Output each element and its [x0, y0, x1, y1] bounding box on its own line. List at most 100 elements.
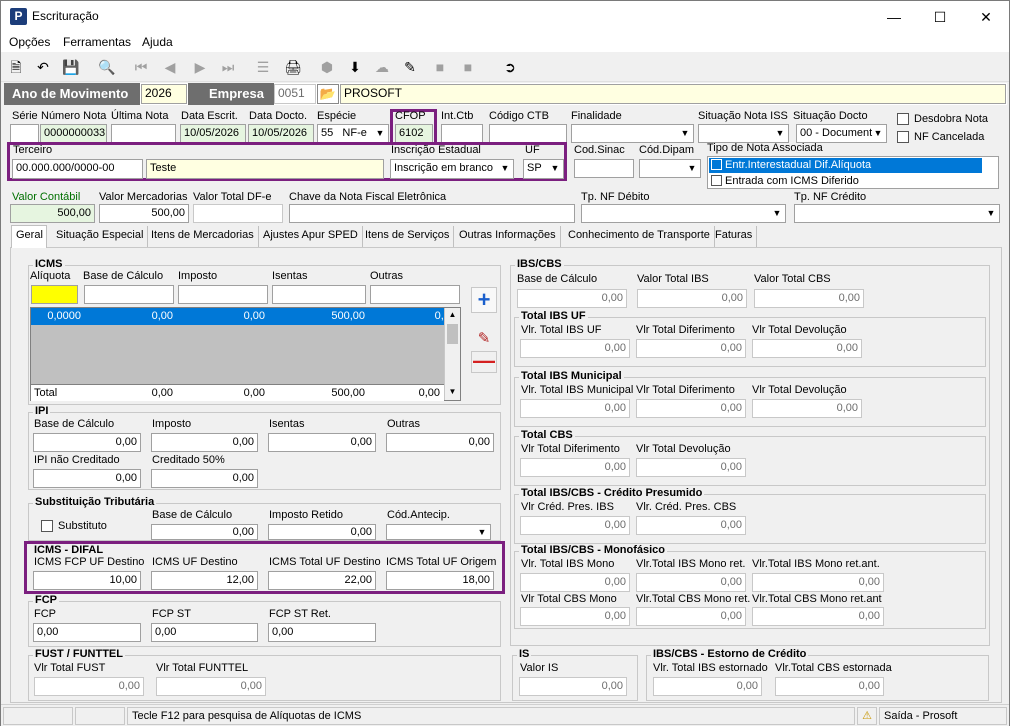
codigo-ctb-field[interactable] [489, 124, 567, 143]
tab-ajustes-apur-sped[interactable]: Ajustes Apur SPED [259, 226, 363, 247]
box-icon[interactable]: ⬢ [318, 58, 336, 76]
ibsmun-dev-field[interactable]: 0,00 [752, 399, 862, 418]
undo-icon[interactable]: ↶ [34, 58, 52, 76]
tp-nf-debito-select[interactable]: ▼ [581, 204, 786, 223]
tipo-nota-option-1[interactable]: Entr.Interestadual Dif.Alíquota [709, 158, 982, 173]
scroll-down-icon[interactable]: ▼ [445, 385, 460, 399]
presumido-cbs-field[interactable]: 0,00 [636, 516, 746, 535]
tipo-nota-option-2[interactable]: Entrada com ICMS Diferido [709, 174, 982, 189]
first-record-icon[interactable]: ⏮ [132, 58, 150, 76]
mono-cbs-ant-field[interactable]: 0,00 [752, 607, 884, 626]
calc-icon[interactable]: 🖨 [284, 58, 302, 76]
icms-base-input[interactable] [84, 285, 174, 304]
menu-ajuda[interactable]: Ajuda [142, 35, 173, 49]
finalidade-select[interactable]: ▼ [571, 124, 694, 143]
new-icon[interactable]: 🗎 [7, 58, 25, 76]
tab-itens-mercadorias[interactable]: Itens de Mercadorias [147, 226, 259, 247]
mono-ibs-ant-field[interactable]: 0,00 [752, 573, 884, 592]
st-antecip-select[interactable]: ▼ [386, 524, 491, 540]
ano-field[interactable]: 2026 [141, 84, 187, 104]
scroll-thumb[interactable] [447, 324, 458, 344]
ipi-imposto-field[interactable]: 0,00 [151, 433, 258, 452]
minimize-button[interactable]: — [871, 1, 917, 33]
valor-mercadorias-field[interactable]: 500,00 [99, 204, 189, 223]
ipi-creditado50-field[interactable]: 0,00 [151, 469, 258, 488]
difal-uf-destino-field[interactable]: 12,00 [151, 571, 258, 590]
edit-icon[interactable]: ✎ [471, 328, 497, 350]
desdobra-nota-checkbox[interactable] [897, 113, 909, 125]
situacao-nota-iss-select[interactable]: ▼ [698, 124, 789, 143]
valor-total-dfe-field[interactable] [193, 204, 283, 223]
ibsuf-dif-field[interactable]: 0,00 [636, 339, 746, 358]
ibsmun-dif-field[interactable]: 0,00 [636, 399, 746, 418]
preview-icon[interactable]: 🔍 [98, 58, 116, 76]
int-ctb-field[interactable] [441, 124, 483, 143]
presumido-ibs-field[interactable]: 0,00 [520, 516, 630, 535]
close-button[interactable]: ✕ [963, 1, 1009, 33]
tab-outras-informacoes[interactable]: Outras Informações [455, 226, 561, 247]
estorno-ibs-field[interactable]: 0,00 [653, 677, 762, 696]
difal-total-destino-field[interactable]: 22,00 [268, 571, 376, 590]
fcp-st-field[interactable]: 0,00 [151, 623, 258, 642]
tab-conhecimento-transporte[interactable]: Conhecimento de Transporte [564, 226, 715, 247]
ipi-base-field[interactable]: 0,00 [33, 433, 141, 452]
grid-icon[interactable]: ■ [459, 58, 477, 76]
maximize-button[interactable]: ☐ [917, 1, 963, 33]
cod-dipam-select[interactable]: ▼ [639, 159, 701, 178]
table-row[interactable]: 0,0000 0,00 0,00 500,00 0,00 [31, 308, 460, 325]
import-icon[interactable]: ⬇ [346, 58, 364, 76]
difal-fcp-field[interactable]: 10,00 [33, 571, 141, 590]
cod-sinac-field[interactable] [574, 159, 634, 178]
inscricao-estadual-select[interactable]: Inscrição em branco ▼ [390, 159, 514, 179]
serie-field[interactable] [10, 124, 39, 143]
tab-situacao-especial[interactable]: Situação Especial [52, 226, 149, 247]
uf-select[interactable]: SP ▼ [523, 159, 564, 179]
ibsmun-total-field[interactable]: 0,00 [520, 399, 630, 418]
icms-outras-input[interactable] [370, 285, 460, 304]
tab-geral[interactable]: Geral [11, 225, 47, 248]
fcp-field[interactable]: 0,00 [33, 623, 141, 642]
tab-itens-servicos[interactable]: Itens de Serviços [361, 226, 455, 247]
empresa-code-field[interactable]: 0051 [274, 84, 316, 104]
ipi-nao-creditado-field[interactable]: 0,00 [33, 469, 141, 488]
ibscbs-ibs-field[interactable]: 0,00 [637, 289, 747, 308]
mono-cbs-ret-field[interactable]: 0,00 [636, 607, 746, 626]
checkbox-icon[interactable] [711, 175, 722, 186]
icms-isentas-input[interactable] [272, 285, 366, 304]
data-escrit-field[interactable]: 10/05/2026 [180, 124, 246, 143]
mono-cbs-field[interactable]: 0,00 [520, 607, 630, 626]
mono-ibs-ret-field[interactable]: 0,00 [636, 573, 746, 592]
cbs-dif-field[interactable]: 0,00 [520, 458, 630, 477]
st-base-field[interactable]: 0,00 [151, 524, 258, 540]
ultima-nota-field[interactable] [111, 124, 176, 143]
st-retido-field[interactable]: 0,00 [268, 524, 376, 540]
cloud-icon[interactable]: ☁ [373, 58, 391, 76]
numero-nota-field[interactable]: 0000000033 [40, 124, 107, 143]
situacao-docto-select[interactable]: 00 - Document ▼ [796, 124, 887, 143]
cbs-dev-field[interactable]: 0,00 [636, 458, 746, 477]
ibsuf-dev-field[interactable]: 0,00 [752, 339, 862, 358]
difal-total-origem-field[interactable]: 18,00 [386, 571, 494, 590]
fust-field[interactable]: 0,00 [34, 677, 144, 696]
is-valor-field[interactable]: 0,00 [519, 677, 627, 696]
ibsuf-total-field[interactable]: 0,00 [520, 339, 630, 358]
ipi-isentas-field[interactable]: 0,00 [268, 433, 376, 452]
next-record-icon[interactable]: ▶ [191, 58, 209, 76]
menu-opcoes[interactable]: Opções [9, 35, 50, 49]
checkbox-icon[interactable] [711, 159, 722, 170]
tab-faturas[interactable]: Faturas [711, 226, 758, 247]
filter-icon[interactable]: ■ [431, 58, 449, 76]
terceiro-cnpj-field[interactable]: 00.000.000/0000-00 [12, 159, 143, 179]
tree-icon[interactable]: ☰ [254, 58, 272, 76]
prev-record-icon[interactable]: ◀ [161, 58, 179, 76]
remove-icon[interactable]: — [471, 350, 497, 373]
chave-field[interactable] [289, 204, 575, 223]
ipi-outras-field[interactable]: 0,00 [386, 433, 494, 452]
data-docto-field[interactable]: 10/05/2026 [248, 124, 314, 143]
cfop-field[interactable]: 6102 [395, 124, 433, 143]
exit-icon[interactable]: ➲ [501, 58, 519, 76]
ibscbs-base-field[interactable]: 0,00 [517, 289, 627, 308]
folder-icon[interactable]: 📂 [317, 84, 339, 104]
last-record-icon[interactable]: ⏭ [219, 58, 237, 76]
valor-contabil-field[interactable]: 500,00 [10, 204, 95, 223]
